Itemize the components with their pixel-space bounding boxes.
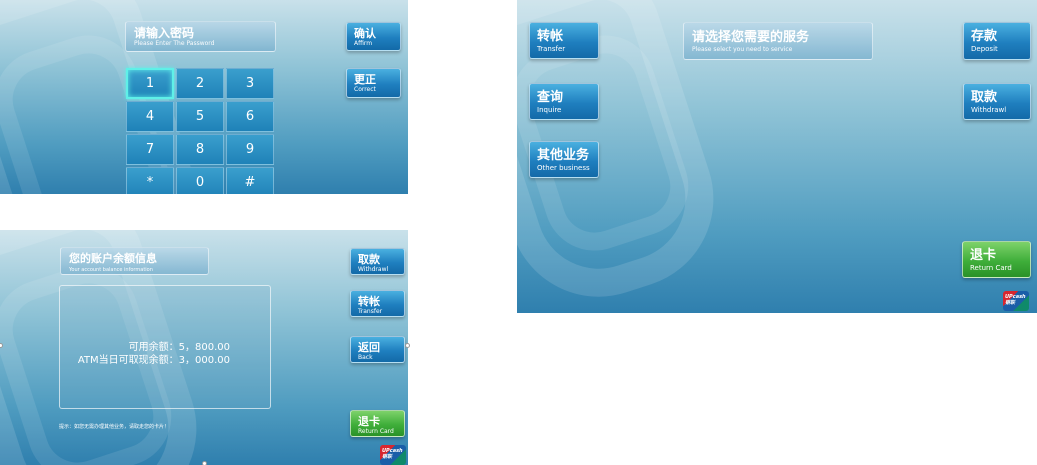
balance-withdrawl-label-en: Withdrawl [358, 266, 389, 273]
correct-button[interactable]: 更正 Correct [346, 68, 401, 98]
transfer-label-en: Transfer [537, 45, 566, 53]
atm-balance-line: ATM当日可取现余额：3，000.00 [78, 351, 230, 366]
balance-title: 您的账户余额信息 [69, 252, 157, 265]
key-4[interactable]: 4 [126, 101, 174, 132]
balance-subtitle: Your account balance information [69, 267, 153, 273]
balance-info-box: 可用余额：5，800.00 ATM当日可取现余额：3，000.00 [59, 285, 271, 409]
key-0[interactable]: 0 [176, 167, 224, 194]
service-title-banner: 请选择您需要的服务 Please select you need to serv… [683, 22, 873, 60]
other-business-label-en: Other business [537, 164, 590, 172]
back-button[interactable]: 返回 Back [350, 336, 405, 363]
back-label-cn: 返回 [358, 341, 380, 354]
withdrawl-label-cn: 取款 [971, 90, 998, 105]
withdrawl-label-en: Withdrawl [971, 106, 1007, 114]
return-card-label-en: Return Card [970, 264, 1012, 272]
correct-label-cn: 更正 [354, 73, 376, 86]
atm-balance-value: 3，000.00 [178, 355, 230, 366]
correct-label-en: Correct [354, 86, 376, 93]
balance-title-banner: 您的账户余额信息 Your account balance informatio… [60, 247, 209, 275]
balance-withdrawl-button[interactable]: 取款 Withdrawl [350, 248, 405, 275]
other-business-button[interactable]: 其他业务 Other business [529, 141, 599, 178]
upcash-logo: UPcash 银联 [1003, 291, 1029, 311]
key-9[interactable]: 9 [226, 134, 274, 165]
balance-withdrawl-label-cn: 取款 [358, 253, 380, 266]
inquire-label-cn: 查询 [537, 90, 564, 105]
service-title: 请选择您需要的服务 [692, 30, 810, 45]
key-5[interactable]: 5 [176, 101, 224, 132]
affirm-label-cn: 确认 [354, 27, 376, 40]
return-card-button[interactable]: 退卡 Return Card [962, 241, 1031, 278]
deposit-label-cn: 存款 [971, 29, 998, 44]
balance-transfer-button[interactable]: 转帐 Transfer [350, 290, 405, 317]
key-3[interactable]: 3 [226, 68, 274, 99]
affirm-button[interactable]: 确认 Affirm [346, 22, 401, 51]
key-2[interactable]: 2 [176, 68, 224, 99]
balance-transfer-label-cn: 转帐 [358, 295, 380, 308]
affirm-label-en: Affirm [354, 40, 373, 47]
key-8[interactable]: 8 [176, 134, 224, 165]
balance-upcash-logo: UPcash 银联 [380, 445, 406, 465]
withdrawl-button[interactable]: 取款 Withdrawl [963, 83, 1031, 120]
pin-keypad: 1 2 3 4 5 6 7 8 9 * 0 # [126, 68, 276, 194]
key-6[interactable]: 6 [226, 101, 274, 132]
password-subtitle: Please Enter The Password [134, 40, 215, 47]
deposit-label-en: Deposit [971, 45, 998, 53]
key-7[interactable]: 7 [126, 134, 174, 165]
password-title-banner: 请输入密码 Please Enter The Password [125, 21, 276, 52]
balance-transfer-label-en: Transfer [358, 308, 383, 315]
balance-return-card-button[interactable]: 退卡 Return Card [350, 410, 405, 437]
tip-text: 提示：如您无需办理其他业务，请取走您的卡片！ [59, 424, 170, 430]
return-card-label-cn: 退卡 [970, 248, 997, 263]
password-screen: 请输入密码 Please Enter The Password 1 2 3 4 … [0, 0, 408, 194]
selection-handle [405, 343, 410, 348]
deposit-button[interactable]: 存款 Deposit [963, 22, 1031, 60]
other-business-label-cn: 其他业务 [537, 148, 590, 163]
back-label-en: Back [358, 354, 373, 361]
transfer-button[interactable]: 转帐 Transfer [529, 22, 599, 59]
balance-return-card-label-cn: 退卡 [358, 415, 380, 428]
inquire-label-en: Inquire [537, 106, 562, 114]
key-star[interactable]: * [126, 167, 174, 194]
balance-return-card-label-en: Return Card [358, 428, 394, 435]
password-title: 请输入密码 [134, 26, 195, 40]
service-subtitle: Please select you need to service [692, 46, 793, 53]
key-1[interactable]: 1 [126, 68, 174, 99]
atm-balance-label: ATM当日可取现余额： [77, 355, 179, 366]
inquire-button[interactable]: 查询 Inquire [529, 83, 599, 120]
key-hash[interactable]: # [226, 167, 274, 194]
service-screen: 请选择您需要的服务 Please select you need to serv… [517, 0, 1037, 313]
transfer-label-cn: 转帐 [537, 29, 564, 44]
selection-handle [202, 461, 207, 465]
